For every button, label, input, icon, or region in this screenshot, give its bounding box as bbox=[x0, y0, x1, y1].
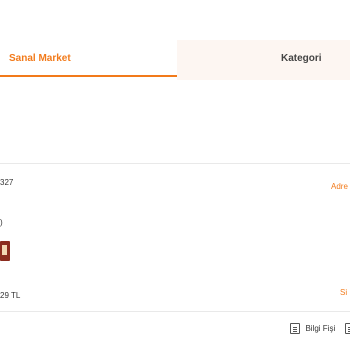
active-tab-indicator bbox=[0, 75, 177, 77]
document-icon bbox=[290, 323, 300, 335]
info-sheet-link[interactable]: Bilgi Fişi bbox=[290, 320, 350, 335]
right-link-fragment[interactable]: Si bbox=[340, 288, 347, 297]
tab-kategori-label: Kategori bbox=[281, 53, 322, 64]
tab-sanal-market[interactable]: Sanal Market bbox=[0, 40, 177, 80]
section-divider bbox=[0, 163, 350, 164]
tab-sanal-market-label: Sanal Market bbox=[9, 53, 71, 64]
product-thumbnail[interactable] bbox=[0, 241, 10, 261]
address-link[interactable]: Adre bbox=[331, 182, 348, 191]
document-icon bbox=[344, 323, 350, 335]
tab-bar: Sanal Market Kategori bbox=[0, 40, 350, 80]
text-fragment: ) bbox=[0, 218, 3, 227]
info-sheet-label: Bilgi Fişi bbox=[305, 324, 336, 334]
footer-divider bbox=[0, 311, 350, 312]
order-code: 327 bbox=[0, 178, 14, 187]
tab-kategori[interactable]: Kategori bbox=[177, 40, 350, 80]
price-text: 29 TL bbox=[0, 291, 21, 300]
